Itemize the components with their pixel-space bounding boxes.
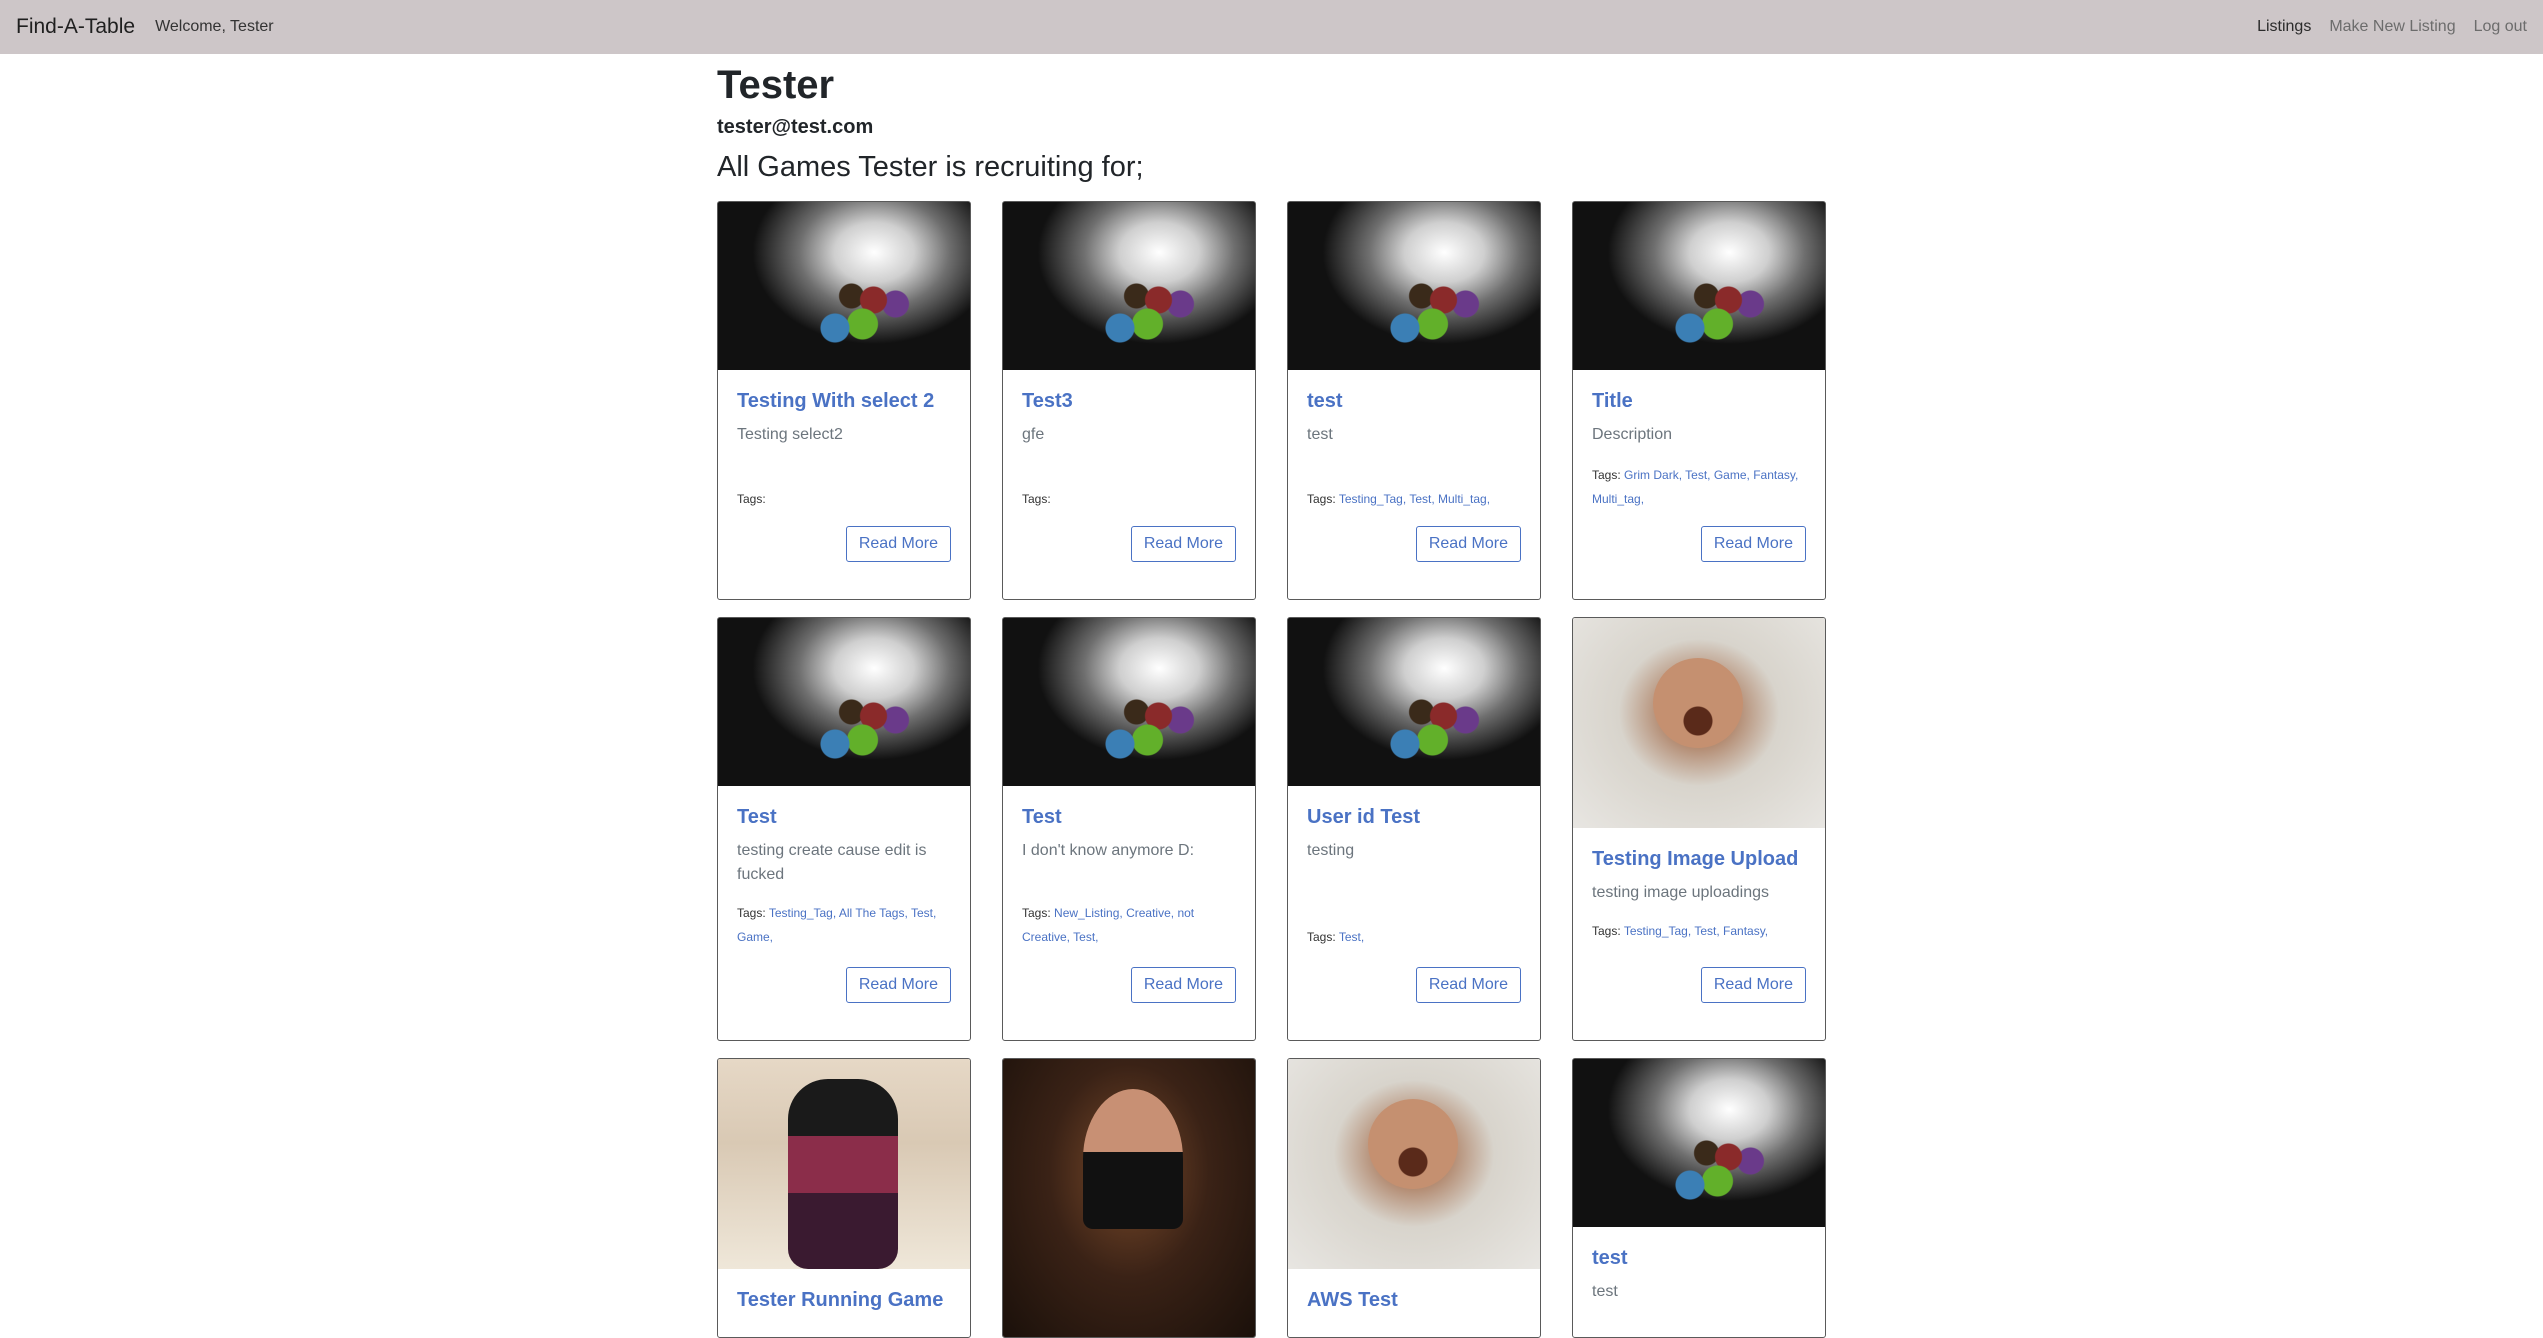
nav-listings-link[interactable]: Listings: [2257, 18, 2311, 36]
listing-tags: Tags: Grim Dark, Test, Game, Fantasy, Mu…: [1592, 463, 1806, 511]
listing-description: test: [1307, 426, 1333, 443]
listing-description: Testing select2: [737, 426, 843, 443]
read-more-button[interactable]: Read More: [1130, 526, 1236, 562]
listing-image: [718, 618, 970, 786]
listing-image: [1003, 618, 1255, 786]
tag-link[interactable]: Game,: [737, 930, 773, 944]
listing-image: [1003, 1059, 1255, 1337]
tags-label: Tags:: [1022, 492, 1051, 506]
tag-link[interactable]: Fantasy,: [1723, 924, 1768, 938]
read-more-button[interactable]: Read More: [1700, 967, 1806, 1003]
listing-card: User id Test testing Tags: Test, Read Mo…: [1287, 617, 1541, 1041]
listing-description: gfe: [1022, 426, 1045, 443]
listing-title[interactable]: User id Test: [1307, 806, 1521, 829]
section-title: All Games Tester is recruiting for;: [717, 151, 1144, 183]
tag-link[interactable]: Test,: [1339, 930, 1364, 944]
welcome-text: Welcome, Tester: [155, 18, 274, 35]
tag-link[interactable]: Multi_tag,: [1592, 492, 1644, 506]
listing-image: [718, 1059, 970, 1269]
tags-label: Tags:: [737, 492, 766, 506]
read-more-button[interactable]: Read More: [1415, 526, 1521, 562]
tag-link[interactable]: Test,: [911, 906, 936, 920]
tag-link[interactable]: Test,: [1073, 930, 1098, 944]
listing-card: Test testing create cause edit is fucked…: [717, 617, 971, 1041]
tags-label: Tags:: [1592, 924, 1621, 938]
tag-link[interactable]: Testing_Tag,: [1624, 924, 1691, 938]
listing-card: AWS Test: [1287, 1058, 1541, 1338]
listing-card: Test I don't know anymore D: Tags: New_L…: [1002, 617, 1256, 1041]
tags-label: Tags:: [1307, 930, 1336, 944]
listing-description: Description: [1592, 426, 1673, 443]
read-more-button[interactable]: Read More: [845, 967, 951, 1003]
read-more-button[interactable]: Read More: [1415, 967, 1521, 1003]
tag-link[interactable]: Testing_Tag,: [1339, 492, 1406, 506]
tag-link[interactable]: Creative,: [1126, 906, 1174, 920]
listing-tags: Tags: New_Listing, Creative, not Creativ…: [1022, 901, 1236, 949]
listing-card: Testing Image Upload testing image uploa…: [1572, 617, 1826, 1041]
listing-description: test: [1592, 1283, 1618, 1300]
listing-title[interactable]: Test: [737, 806, 951, 829]
tag-link[interactable]: Multi_tag,: [1438, 492, 1490, 506]
top-navbar: Find-A-Table Welcome, Tester Listings Ma…: [0, 0, 2543, 54]
listing-image: [1573, 1059, 1825, 1227]
listing-card: Tester Running Game: [717, 1058, 971, 1338]
listing-title[interactable]: Testing With select 2: [737, 390, 951, 413]
tags-label: Tags:: [1592, 468, 1621, 482]
listing-card: Title Description Tags: Grim Dark, Test,…: [1572, 201, 1826, 600]
listing-image: [1288, 202, 1540, 370]
nav-new-listing-link[interactable]: Make New Listing: [2329, 18, 2455, 36]
tag-link[interactable]: Grim Dark,: [1624, 468, 1682, 482]
listing-title[interactable]: Test: [1022, 806, 1236, 829]
nav-logout-link[interactable]: Log out: [2474, 18, 2527, 36]
listing-title[interactable]: test: [1307, 390, 1521, 413]
tag-link[interactable]: Fantasy,: [1753, 468, 1798, 482]
tag-link[interactable]: Test,: [1694, 924, 1719, 938]
tag-link[interactable]: All The Tags,: [839, 906, 908, 920]
listing-title[interactable]: Tester Running Game: [737, 1289, 951, 1312]
tag-link[interactable]: Testing_Tag,: [769, 906, 836, 920]
listing-card: test test Tags: Testing_Tag, Test, Multi…: [1287, 201, 1541, 600]
read-more-button[interactable]: Read More: [1700, 526, 1806, 562]
read-more-button[interactable]: Read More: [845, 526, 951, 562]
brand-link[interactable]: Find-A-Table: [16, 15, 135, 39]
listing-title[interactable]: Title: [1592, 390, 1806, 413]
profile-container: Tester tester@test.com All Games Tester …: [717, 54, 1827, 184]
listing-image: [1573, 618, 1825, 828]
listing-description: testing create cause edit is fucked: [737, 842, 927, 883]
listing-title[interactable]: Test3: [1022, 390, 1236, 413]
listing-image: [1573, 202, 1825, 370]
listing-card: test test: [1572, 1058, 1826, 1338]
tags-label: Tags:: [737, 906, 766, 920]
listing-description: I don't know anymore D:: [1022, 842, 1195, 859]
listing-card: Test3 gfe Tags: Read More: [1002, 201, 1256, 600]
profile-name: Tester: [717, 63, 835, 107]
tag-link[interactable]: Test,: [1409, 492, 1434, 506]
nav-links: Listings Make New Listing Log out: [2257, 18, 2527, 36]
listing-tags: Tags:: [1022, 487, 1236, 511]
tags-label: Tags:: [1307, 492, 1336, 506]
profile-email: tester@test.com: [717, 116, 874, 138]
listing-card: Testing With select 2 Testing select2 Ta…: [717, 201, 971, 600]
listing-image: [1288, 618, 1540, 786]
tag-link[interactable]: Game,: [1714, 468, 1750, 482]
listing-image: [1003, 202, 1255, 370]
listing-title[interactable]: Testing Image Upload: [1592, 848, 1806, 871]
tags-label: Tags:: [1022, 906, 1051, 920]
listing-tags: Tags: Testing_Tag, Test, Fantasy,: [1592, 919, 1806, 943]
tag-link[interactable]: New_Listing,: [1054, 906, 1123, 920]
listing-tags: Tags:: [737, 487, 951, 511]
listing-card: [1002, 1058, 1256, 1338]
listing-description: testing image uploadings: [1592, 884, 1770, 901]
listing-tags: Tags: Test,: [1307, 925, 1521, 949]
listing-title[interactable]: test: [1592, 1247, 1806, 1270]
tag-link[interactable]: Test,: [1685, 468, 1710, 482]
listing-tags: Tags: Testing_Tag, All The Tags, Test, G…: [737, 901, 951, 949]
listing-title[interactable]: AWS Test: [1307, 1289, 1521, 1312]
listing-tags: Tags: Testing_Tag, Test, Multi_tag,: [1307, 487, 1521, 511]
read-more-button[interactable]: Read More: [1130, 967, 1236, 1003]
listing-image: [718, 202, 970, 370]
listing-image: [1288, 1059, 1540, 1269]
listing-description: testing: [1307, 842, 1355, 859]
